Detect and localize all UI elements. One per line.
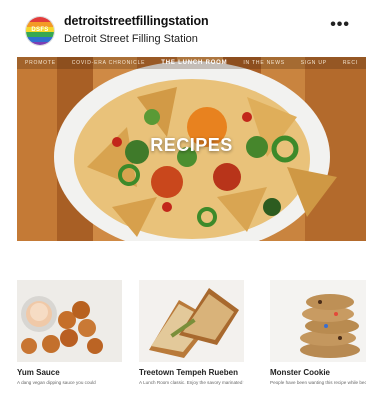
site-nav-bar: PROMOTE COVID-ERA CHRONICLE THE LUNCH RO… — [17, 57, 366, 69]
recipe-card-yum-sauce[interactable]: Yum Sauce A dang vegan dipping sauce you… — [17, 280, 122, 387]
nav-item-promote[interactable]: PROMOTE — [25, 60, 56, 66]
nav-item-in-the-news[interactable]: IN THE NEWS — [243, 60, 285, 66]
recipe-desc-tempeh-rueben: A Lunch Room classic. Enjoy the savory m… — [139, 380, 244, 385]
profile-display-name: Detroit Street Filling Station — [64, 33, 198, 45]
nav-item-recipes[interactable]: RECI — [343, 60, 358, 66]
recipe-card-tempeh-rueben[interactable]: Treetown Tempeh Rueben A Lunch Room clas… — [139, 280, 244, 387]
recipe-title-yum-sauce: Yum Sauce — [17, 368, 60, 377]
more-options-icon[interactable]: ••• — [330, 17, 350, 33]
recipe-desc-yum-sauce: A dang vegan dipping sauce you could — [17, 380, 96, 385]
hero-title: RECIPES — [150, 135, 233, 155]
hero-banner[interactable]: PROMOTE COVID-ERA CHRONICLE THE LUNCH RO… — [17, 57, 366, 241]
nav-item-lunch-room[interactable]: THE LUNCH ROOM — [161, 60, 227, 66]
recipe-image-tempeh-rueben — [139, 280, 244, 362]
recipe-image-yum-sauce — [17, 280, 122, 362]
recipe-title-monster-cookie: Monster Cookie — [270, 368, 331, 377]
recipe-title-tempeh-rueben: Treetown Tempeh Rueben — [139, 368, 238, 377]
recipe-desc-monster-cookie: People have been wanting this recipe whi… — [270, 380, 366, 385]
nav-item-sign-up[interactable]: SIGN UP — [301, 60, 327, 66]
recipe-cards: Yum Sauce A dang vegan dipping sauce you… — [17, 280, 366, 398]
post-header: DSFS detroitstreetfillingstation Detroit… — [0, 0, 366, 56]
recipe-image-monster-cookie — [270, 280, 366, 362]
profile-username[interactable]: detroitstreetfillingstation — [64, 14, 209, 28]
avatar-logo-text: DSFS — [31, 27, 49, 33]
nav-item-covid-chronicle[interactable]: COVID-ERA CHRONICLE — [72, 60, 146, 66]
recipe-card-monster-cookie[interactable]: Monster Cookie People have been wanting … — [270, 280, 366, 387]
profile-avatar[interactable]: DSFS — [25, 16, 55, 46]
